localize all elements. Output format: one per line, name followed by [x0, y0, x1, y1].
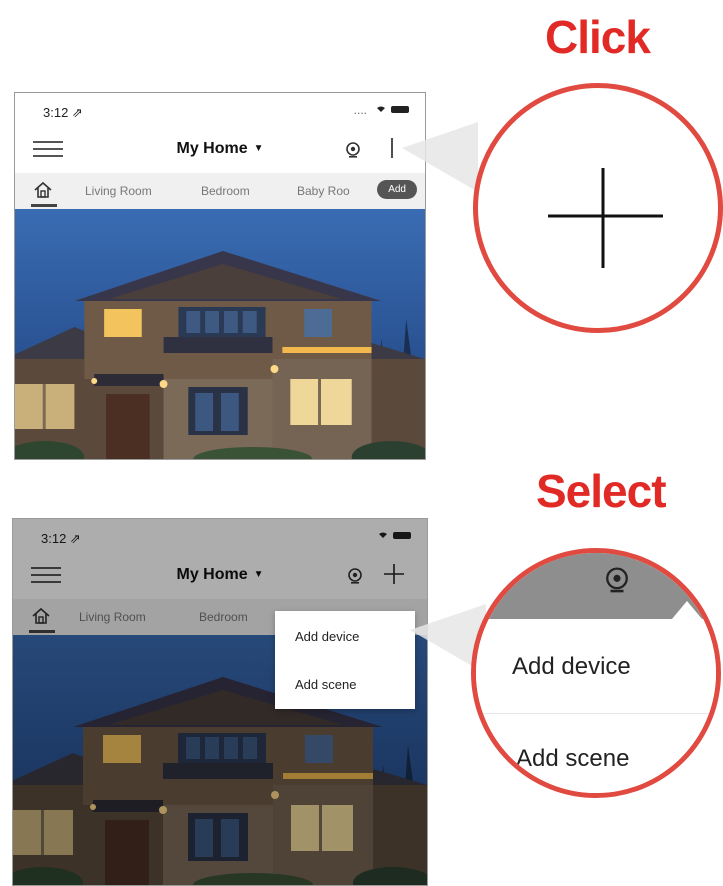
plus-icon[interactable] [478, 88, 718, 328]
battery-icon [391, 106, 409, 113]
home-selector[interactable]: My Home ▼ [15, 140, 425, 158]
zoom-menu-item-add-device[interactable]: Add device [512, 653, 631, 681]
step-label-click: Click [545, 11, 651, 63]
signal-indicator: .... [353, 103, 367, 117]
step-label-select: Select [536, 465, 667, 517]
menu-caret [672, 601, 702, 619]
home-icon[interactable] [33, 180, 53, 200]
menu-item-add-scene[interactable]: Add scene [295, 677, 356, 692]
zoom-nav-bar [476, 553, 716, 619]
callout-pointer [402, 122, 478, 192]
camera-icon[interactable] [345, 142, 361, 158]
active-tab-indicator [31, 204, 57, 207]
tab-bedroom[interactable]: Bedroom [201, 184, 250, 198]
status-bar: 3:12 ⇗ .... [15, 93, 425, 127]
zoom-circle-add [473, 83, 723, 333]
home-photo [15, 209, 425, 459]
tab-living-room[interactable]: Living Room [85, 184, 152, 198]
status-time: 3:12 ⇗ [43, 105, 83, 120]
phone-screen-step2: 3:12 ⇗ My Home ▼ Living Room Bedroom Add … [12, 518, 428, 886]
nav-bar: My Home ▼ [15, 127, 425, 171]
room-tabs: Living Room Bedroom Baby Roo Add [15, 173, 425, 209]
chevron-down-icon: ▼ [253, 143, 264, 154]
menu-item-add-device[interactable]: Add device [295, 629, 359, 644]
menu-divider [476, 713, 716, 714]
wifi-icon [377, 106, 385, 112]
add-menu: Add device Add scene [275, 611, 415, 709]
tab-baby-room[interactable]: Baby Roo [297, 184, 350, 198]
zoom-circle-menu: Add device Add scene [471, 548, 721, 798]
zoom-menu-item-add-scene[interactable]: Add scene [516, 745, 629, 773]
phone-screen-step1: 3:12 ⇗ .... My Home ▼ Living Room Bedroom… [14, 92, 426, 460]
camera-icon[interactable] [604, 567, 630, 593]
home-title: My Home [176, 140, 248, 157]
